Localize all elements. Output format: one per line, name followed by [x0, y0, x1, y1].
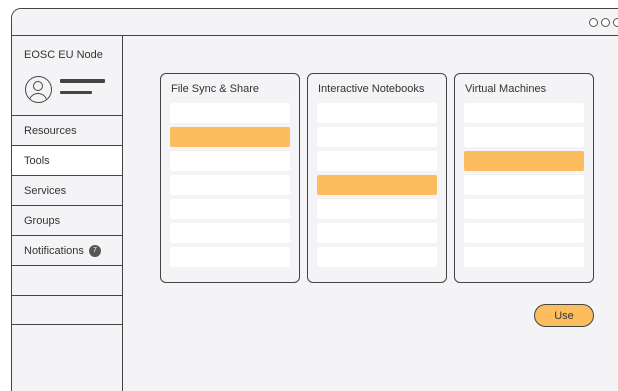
tool-row[interactable] — [170, 223, 290, 243]
tool-list — [464, 103, 584, 271]
node-title: EOSC EU Node — [24, 49, 103, 61]
tool-list — [317, 103, 437, 271]
tool-row-selected[interactable] — [170, 127, 290, 147]
window-control-icon[interactable] — [613, 18, 618, 27]
panel-title: Virtual Machines — [465, 83, 547, 95]
sidebar-item-services[interactable]: Services — [12, 175, 122, 205]
sidebar-item-label: Services — [24, 184, 67, 197]
notification-badge: 7 — [88, 244, 101, 257]
sidebar: EOSC EU Node Resources Tools Services Gr… — [12, 36, 123, 391]
tool-row[interactable] — [317, 247, 437, 267]
tool-row[interactable] — [170, 247, 290, 267]
panel-virtual-machines: Virtual Machines — [454, 73, 594, 283]
panel-file-sync-share: File Sync & Share — [160, 73, 300, 283]
sidebar-item-resources[interactable]: Resources — [12, 115, 122, 145]
tool-row[interactable] — [464, 103, 584, 123]
tool-row[interactable] — [317, 127, 437, 147]
tool-row[interactable] — [464, 175, 584, 195]
tool-row-selected[interactable] — [317, 175, 437, 195]
tool-row[interactable] — [464, 247, 584, 267]
sidebar-nav: Resources Tools Services Groups Notifica… — [12, 115, 122, 325]
tool-row[interactable] — [170, 151, 290, 171]
window-control-icon[interactable] — [601, 18, 610, 27]
tool-row[interactable] — [317, 103, 437, 123]
title-bar — [12, 9, 618, 36]
tool-list — [170, 103, 290, 271]
sidebar-item-empty[interactable] — [12, 265, 122, 295]
tool-row-selected[interactable] — [464, 151, 584, 171]
sidebar-item-groups[interactable]: Groups — [12, 205, 122, 235]
tool-row[interactable] — [317, 223, 437, 243]
tool-row[interactable] — [464, 223, 584, 243]
tool-row[interactable] — [464, 127, 584, 147]
tool-row[interactable] — [170, 103, 290, 123]
panel-interactive-notebooks: Interactive Notebooks — [307, 73, 447, 283]
sidebar-item-label: Tools — [24, 154, 50, 167]
panel-title: Interactive Notebooks — [318, 83, 425, 95]
tool-row[interactable] — [317, 199, 437, 219]
user-icon[interactable] — [25, 76, 52, 103]
tool-row[interactable] — [170, 199, 290, 219]
tool-row[interactable] — [170, 175, 290, 195]
window-controls — [589, 18, 618, 27]
window-control-icon[interactable] — [589, 18, 598, 27]
tool-row[interactable] — [317, 151, 437, 171]
sidebar-item-label: Notifications — [24, 244, 84, 257]
tool-row[interactable] — [464, 199, 584, 219]
sidebar-item-tools[interactable]: Tools — [12, 145, 122, 175]
use-button[interactable]: Use — [534, 304, 594, 327]
sidebar-item-label: Resources — [24, 124, 77, 137]
sidebar-item-notifications[interactable]: Notifications 7 — [12, 235, 122, 265]
sidebar-item-label: Groups — [24, 214, 61, 227]
user-name-placeholder — [60, 79, 105, 102]
panel-title: File Sync & Share — [171, 83, 260, 95]
app-window: EOSC EU Node Resources Tools Services Gr… — [11, 8, 618, 391]
sidebar-item-empty[interactable] — [12, 295, 122, 325]
